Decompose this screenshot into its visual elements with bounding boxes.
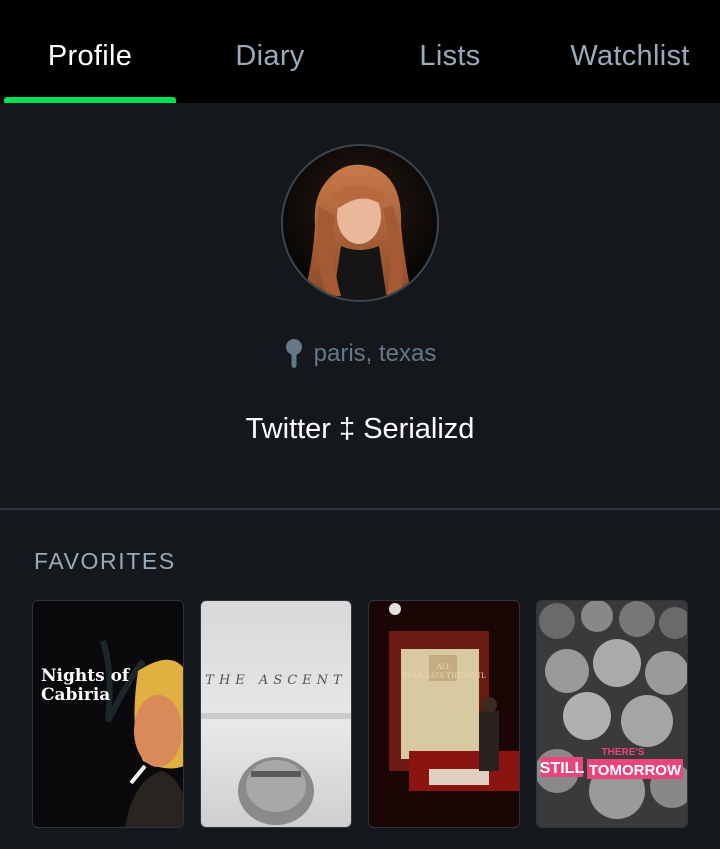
svg-text:Nights of: Nights of (41, 666, 131, 686)
favorite-film-poster[interactable]: ALI: FEAR EATS THE SOUL (368, 600, 520, 828)
location-text: paris, texas (313, 340, 437, 367)
profile-location: paris, texas (0, 338, 720, 370)
svg-text:Cabiria: Cabiria (41, 685, 110, 705)
avatar[interactable] (281, 144, 439, 302)
tab-diary[interactable]: Diary (180, 0, 360, 103)
favorites-heading: FAVORITES (34, 548, 176, 574)
tab-lists[interactable]: Lists (360, 0, 540, 103)
tab-lists-label: Lists (419, 40, 481, 72)
favorite-film-poster[interactable]: THERE'S STILL TOMORROW (536, 600, 688, 828)
svg-text:FEAR EATS THE SOUL: FEAR EATS THE SOUL (402, 672, 486, 680)
section-divider (0, 508, 720, 510)
tab-watchlist[interactable]: Watchlist (540, 0, 720, 103)
tab-watchlist-label: Watchlist (570, 40, 690, 72)
favorite-film-poster[interactable]: THE ASCENT (200, 600, 352, 828)
svg-text:THE ASCENT: THE ASCENT (205, 673, 346, 688)
map-pin-icon (284, 338, 304, 370)
profile-tab-bar: Profile Diary Lists Watchlist (0, 0, 720, 103)
profile-bio: Twitter ‡ Serializd (245, 413, 475, 445)
favorite-film-poster[interactable]: Nights of Cabiria (32, 600, 184, 828)
tab-diary-label: Diary (235, 40, 305, 72)
svg-text:TOMORROW: TOMORROW (589, 762, 682, 779)
active-tab-indicator (4, 97, 176, 103)
svg-text:ALI:: ALI: (436, 663, 452, 671)
svg-text:THERE'S: THERE'S (602, 747, 645, 758)
favorites-list: Nights of Cabiria THE ASCENT ALI: FEAR E… (32, 600, 688, 828)
tab-profile[interactable]: Profile (0, 0, 180, 103)
svg-text:STILL: STILL (540, 760, 585, 777)
tab-profile-label: Profile (47, 40, 133, 72)
